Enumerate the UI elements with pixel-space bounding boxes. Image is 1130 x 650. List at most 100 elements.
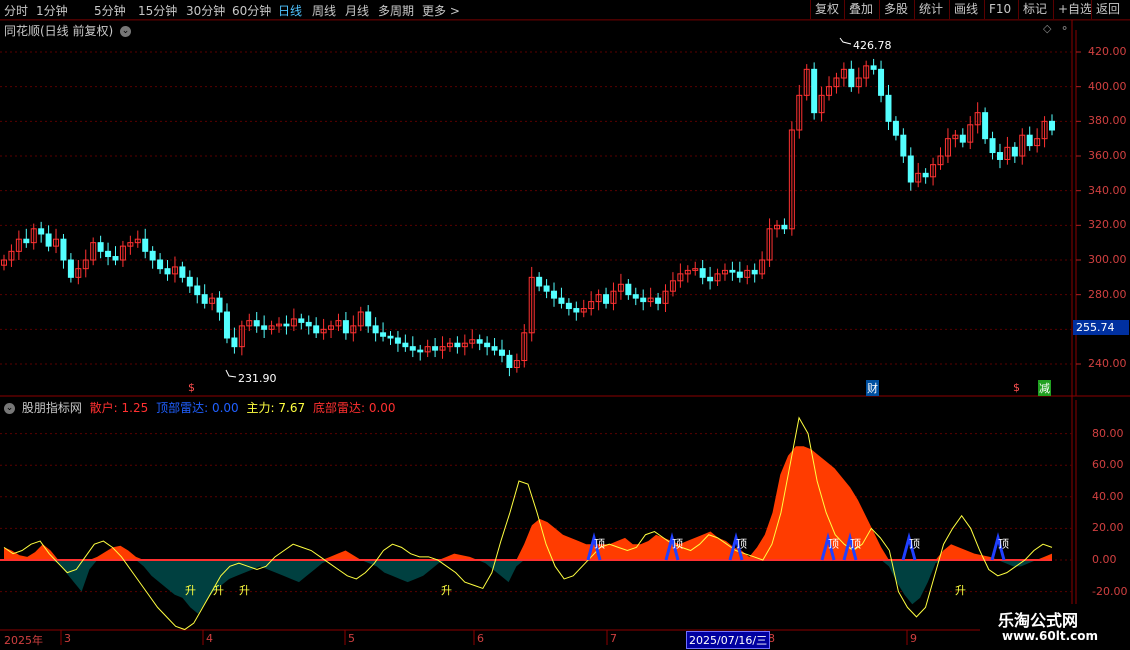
reduce-holding-badge[interactable]: 减 (1038, 380, 1051, 396)
candle-body (625, 283, 632, 296)
top-marker-label: 顶 (828, 537, 839, 550)
top-marker-label: 顶 (850, 537, 861, 550)
candle-body (38, 228, 45, 235)
candle-body (498, 349, 505, 356)
low-pointer (225, 369, 237, 378)
date-tick-label: 7 (610, 632, 617, 645)
bottom-radar-label: 底部雷达: (312, 401, 365, 415)
candle-body (372, 325, 379, 334)
dividend-badge-2[interactable]: $ (1012, 381, 1021, 394)
candle-body (194, 285, 201, 296)
candle-body (603, 294, 610, 304)
ind-tick-label: -20.00 (1092, 584, 1128, 598)
candle-body (394, 337, 401, 344)
retail-area-positive (4, 446, 1052, 560)
candle-body (283, 323, 290, 327)
candle-body (989, 138, 996, 154)
candle-body (640, 297, 647, 303)
price-tick-label: 380.00 (1088, 114, 1127, 128)
candle-body (996, 152, 1003, 160)
candle-body (417, 349, 424, 353)
cursor-date: 2025/07/16/三 (686, 631, 771, 649)
kline-chart[interactable]: 顶顶顶顶顶顶顶升升升升升 (0, 0, 1130, 650)
high-price-label: 426.78 (853, 39, 892, 52)
candle-body (885, 94, 892, 122)
price-tick-label: 360.00 (1088, 149, 1127, 162)
candle-body (313, 325, 320, 334)
finance-badge[interactable]: 财 (866, 380, 879, 396)
candle-body (907, 155, 914, 183)
candle-body (298, 318, 305, 323)
candle-body (112, 256, 119, 261)
date-tick-label: 9 (910, 632, 917, 645)
candle-body (149, 250, 156, 261)
candle-body (922, 172, 929, 178)
diamond-icon[interactable]: ◇ (1043, 22, 1051, 35)
ind-tick-label: 60.00 (1092, 458, 1124, 472)
candle-body (878, 68, 885, 96)
candle-body (870, 65, 877, 70)
candle-body (60, 238, 67, 261)
candle-body (253, 320, 260, 327)
indicator-name[interactable]: 股朋指标网 (22, 401, 82, 415)
candle-body (216, 297, 223, 313)
candle-body (179, 266, 186, 278)
ind-tick-label: 80.00 (1092, 426, 1124, 440)
candle-body (558, 297, 565, 304)
circle-icon[interactable]: ⚬ (1060, 22, 1069, 35)
date-tick-label: 4 (206, 632, 213, 645)
ind-tick-label: 40.00 (1092, 489, 1124, 503)
candle-body (900, 134, 907, 157)
candle-body (959, 134, 966, 143)
price-tick-label: 340.00 (1088, 183, 1127, 197)
date-tick-label: 2025年 (4, 634, 43, 647)
retail-label: 散户: (89, 401, 118, 415)
candle-body (342, 320, 349, 334)
main-force-label: 主力: (246, 401, 275, 415)
chevron-down-icon[interactable]: ⌄ (120, 26, 132, 37)
top-marker-label: 顶 (594, 537, 605, 550)
candle-body (432, 346, 439, 351)
price-tick-label: 280.00 (1088, 287, 1127, 301)
candle-body (45, 233, 52, 247)
top-marker-label: 顶 (672, 537, 683, 550)
candle-body (729, 269, 736, 273)
candle-body (484, 342, 491, 348)
candle-body (736, 271, 743, 278)
candle-body (1011, 146, 1018, 157)
watermark-name: 乐淘公式网 (998, 611, 1079, 630)
chevron-down-icon[interactable]: ⌄ (4, 403, 15, 414)
candle-body (751, 269, 758, 275)
rise-marker-label: 升 (185, 584, 196, 597)
bottom-radar-value: 0.00 (368, 401, 396, 415)
candle-body (157, 259, 164, 270)
candle-body (97, 242, 104, 252)
dividend-badge[interactable]: $ (187, 381, 196, 394)
candle-body (223, 311, 230, 339)
ind-tick-label: 0.00 (1092, 553, 1117, 566)
candle-body (982, 112, 989, 140)
candle-body (67, 259, 74, 278)
candle-body (551, 290, 558, 299)
candle-body (105, 250, 112, 258)
candle-body (409, 346, 416, 351)
high-pointer (839, 37, 852, 45)
candle-body (1026, 134, 1033, 147)
candle-body (781, 224, 788, 230)
candle-body (402, 342, 409, 348)
main-chart-title: 同花顺(日线 前复权) ⌄ (4, 22, 132, 39)
top-radar-value: 0.00 (211, 401, 239, 415)
low-price-label: 231.90 (238, 372, 277, 385)
candle-body (573, 308, 580, 313)
current-price-tag: 255.74 (1073, 320, 1129, 335)
top-marker-label: 顶 (909, 537, 920, 550)
date-tick-label: 3 (64, 632, 71, 645)
top-radar-label: 顶部雷达: (156, 401, 209, 415)
candle-body (892, 120, 899, 136)
top-marker-label: 顶 (998, 537, 1009, 550)
candle-body (491, 346, 498, 351)
price-tick-label: 320.00 (1088, 218, 1127, 232)
candle-body (380, 332, 387, 337)
price-tick-label: 400.00 (1088, 79, 1127, 93)
candle-body (565, 302, 572, 310)
